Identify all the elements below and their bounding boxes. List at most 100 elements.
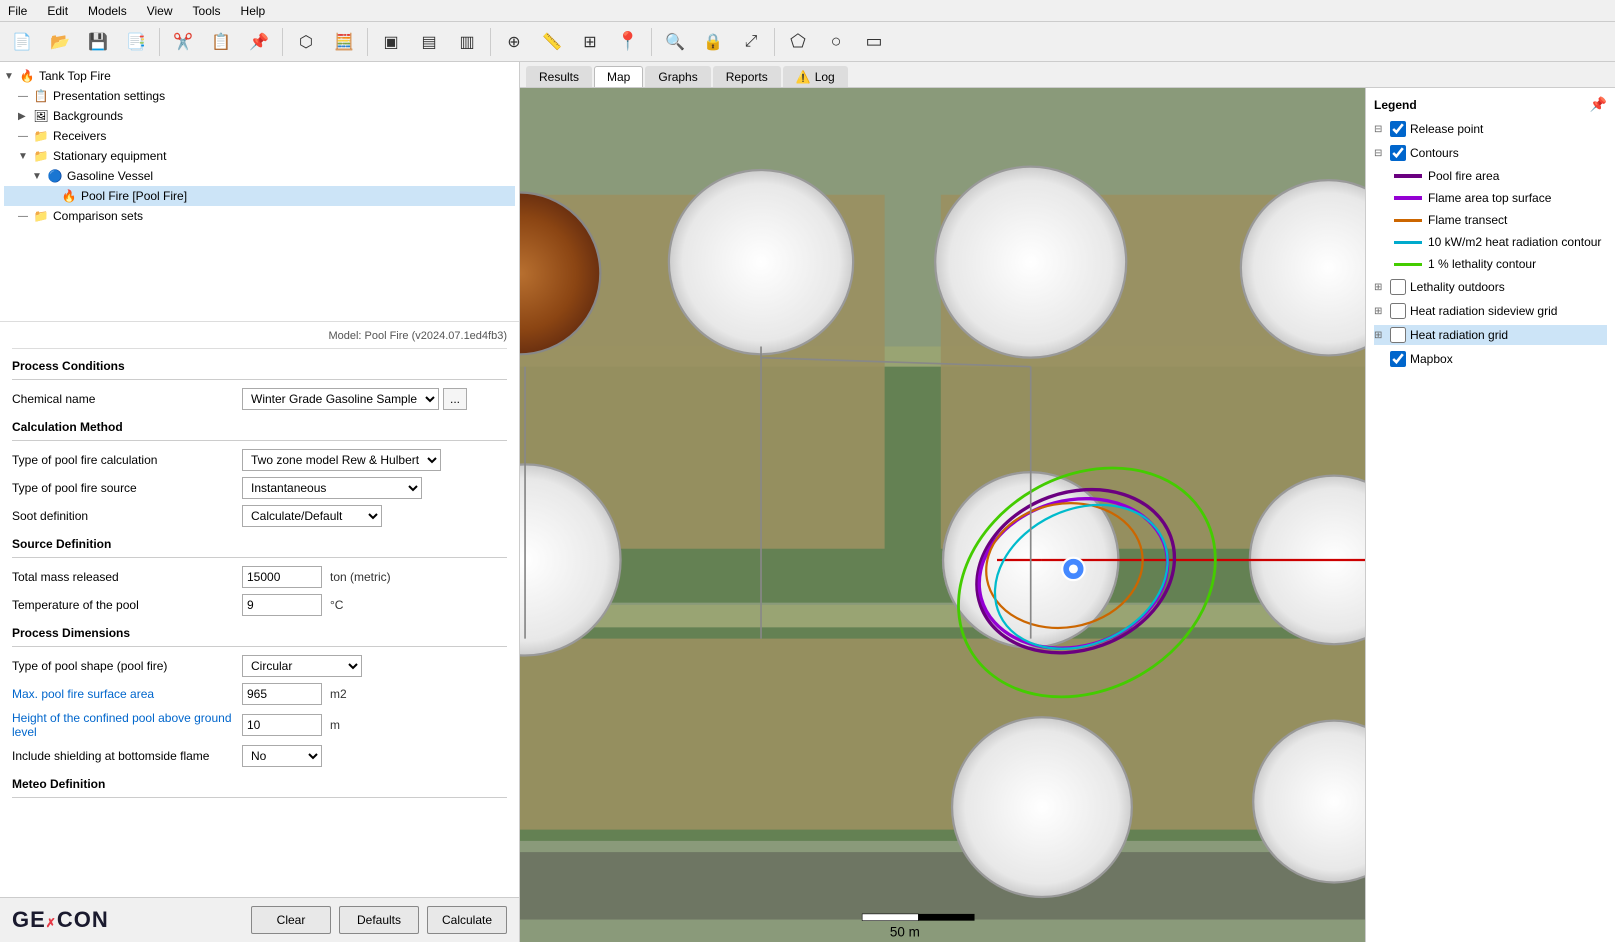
control-pool-fire-source: Instantaneous: [242, 477, 507, 499]
model-button[interactable]: ⬡: [288, 25, 324, 59]
legend-check-release[interactable]: [1390, 121, 1406, 137]
menu-models[interactable]: Models: [84, 2, 131, 20]
tree-root[interactable]: ▼ 🔥 Tank Top Fire: [4, 66, 515, 86]
lock-button[interactable]: 🔒: [695, 25, 731, 59]
layout-button[interactable]: ▣: [373, 25, 409, 59]
new-button[interactable]: 📄: [4, 25, 40, 59]
label-pool-shape: Type of pool shape (pool fire): [12, 659, 242, 673]
input-temp-pool[interactable]: [242, 594, 322, 616]
menu-view[interactable]: View: [143, 2, 177, 20]
expand-button[interactable]: ⤢: [733, 25, 769, 59]
legend-line-pool-fire: [1394, 174, 1422, 178]
legend-check-mapbox[interactable]: [1390, 351, 1406, 367]
section-meteo: Meteo Definition: [12, 777, 507, 791]
polygon-button[interactable]: ⬠: [780, 25, 816, 59]
legend-item-heat-grid[interactable]: ⊞ Heat radiation grid: [1374, 325, 1607, 345]
tree-item-gasoline-vessel[interactable]: ▼ 🔵 Gasoline Vessel: [4, 166, 515, 186]
pin-button[interactable]: 📍: [610, 25, 646, 59]
clear-button[interactable]: Clear: [251, 906, 331, 934]
legend-heat-grid-expand[interactable]: ⊞: [1374, 330, 1388, 341]
copy-button[interactable]: 📋: [203, 25, 239, 59]
divider-pd: [12, 646, 507, 647]
save-button[interactable]: 💾: [80, 25, 116, 59]
ruler-button[interactable]: 📏: [534, 25, 570, 59]
tree-item-pool-fire[interactable]: 🔥 Pool Fire [Pool Fire]: [4, 186, 515, 206]
tab-log-label: Log: [815, 70, 835, 84]
select-pool-fire-source[interactable]: Instantaneous: [242, 477, 422, 499]
input-height-confined[interactable]: [242, 714, 322, 736]
tab-map[interactable]: Map: [594, 66, 643, 87]
tree-item-stationary[interactable]: ▼ 📁 Stationary equipment: [4, 146, 515, 166]
tree-stationary-icon: 📁: [32, 148, 50, 164]
legend-item-flame-transect: Flame transect: [1394, 211, 1607, 229]
label-height-confined[interactable]: Height of the confined pool above ground…: [12, 711, 242, 739]
rect-button[interactable]: ▭: [856, 25, 892, 59]
tree-backgrounds-arrow[interactable]: ▶: [18, 111, 32, 122]
legend-check-heat-grid[interactable]: [1390, 327, 1406, 343]
tree-stationary-arrow[interactable]: ▼: [18, 151, 32, 162]
legend-label-flame-top: Flame area top surface: [1428, 191, 1551, 205]
tab-graphs[interactable]: Graphs: [645, 66, 710, 87]
tab-reports[interactable]: Reports: [713, 66, 781, 87]
legend-contours-expand[interactable]: ⊟: [1374, 148, 1388, 159]
legend-item-pool-fire-area: Pool fire area: [1394, 167, 1607, 185]
tree-root-arrow[interactable]: ▼: [4, 71, 18, 82]
calculator-button[interactable]: 🧮: [326, 25, 362, 59]
control-pool-fire-calc: Two zone model Rew & Hulbert: [242, 449, 507, 471]
legend-check-sideview[interactable]: [1390, 303, 1406, 319]
legend-item-lethality-outdoors: ⊞ Lethality outdoors: [1374, 277, 1607, 297]
legend-label-mapbox: Mapbox: [1410, 352, 1453, 366]
legend-check-lethality[interactable]: [1390, 279, 1406, 295]
tab-results[interactable]: Results: [526, 66, 592, 87]
grid-alt-button[interactable]: ▥: [449, 25, 485, 59]
sep2: [282, 28, 283, 56]
zoom-button[interactable]: 🔍: [657, 25, 693, 59]
main-area: ▼ 🔥 Tank Top Fire — 📋 Presentation setti…: [0, 62, 1615, 942]
tree-item-presentation[interactable]: — 📋 Presentation settings: [4, 86, 515, 106]
tree-receivers-label: Receivers: [53, 129, 106, 143]
legend-check-contours[interactable]: [1390, 145, 1406, 161]
crosshair-button[interactable]: ⊕: [496, 25, 532, 59]
calculate-button[interactable]: Calculate: [427, 906, 507, 934]
panel-button[interactable]: ▤: [411, 25, 447, 59]
tab-log[interactable]: ⚠️ Log: [783, 66, 848, 87]
legend-title-text: Legend: [1374, 98, 1417, 112]
paste-button[interactable]: 📌: [241, 25, 277, 59]
tree-item-receivers[interactable]: — 📁 Receivers: [4, 126, 515, 146]
legend-release-expand[interactable]: ⊟: [1374, 124, 1388, 135]
select-shielding[interactable]: No Yes: [242, 745, 322, 767]
defaults-button[interactable]: Defaults: [339, 906, 419, 934]
warn-icon: ⚠️: [796, 70, 811, 84]
label-max-pool-area[interactable]: Max. pool fire surface area: [12, 687, 242, 701]
input-total-mass[interactable]: [242, 566, 322, 588]
tree-item-comparison[interactable]: — 📁 Comparison sets: [4, 206, 515, 226]
grid-button[interactable]: ⊞: [572, 25, 608, 59]
open-button[interactable]: 📂: [42, 25, 78, 59]
field-pool-fire-source: Type of pool fire source Instantaneous: [12, 477, 507, 499]
legend-label-heat-grid: Heat radiation grid: [1410, 328, 1508, 342]
cut-button[interactable]: ✂️: [165, 25, 201, 59]
select-chemical-name[interactable]: Winter Grade Gasoline Sample: [242, 388, 439, 410]
legend-pin-button[interactable]: 📌: [1590, 96, 1607, 113]
menu-file[interactable]: File: [4, 2, 31, 20]
input-max-pool-area[interactable]: [242, 683, 322, 705]
map-container[interactable]: N 50 m © Mapbox: [520, 88, 1365, 942]
tabs-bar: Results Map Graphs Reports ⚠️ Log: [520, 62, 1615, 88]
select-pool-fire-calc[interactable]: Two zone model Rew & Hulbert: [242, 449, 441, 471]
select-soot-def[interactable]: Calculate/Default: [242, 505, 382, 527]
menu-edit[interactable]: Edit: [43, 2, 72, 20]
circle-button[interactable]: ○: [818, 25, 854, 59]
label-soot-def: Soot definition: [12, 509, 242, 523]
tree-vessel-arrow[interactable]: ▼: [32, 171, 46, 182]
tree-item-backgrounds[interactable]: ▶ 🖼 Backgrounds: [4, 106, 515, 126]
menu-tools[interactable]: Tools: [189, 2, 225, 20]
legend-lethality-expand[interactable]: ⊞: [1374, 282, 1388, 293]
model-header: Model: Pool Fire (v2024.07.1ed4fb3): [12, 330, 507, 349]
dots-chemical-name[interactable]: ...: [443, 388, 467, 410]
sep5: [651, 28, 652, 56]
legend-sideview-expand[interactable]: ⊞: [1374, 306, 1388, 317]
select-pool-shape[interactable]: Circular: [242, 655, 362, 677]
save-as-button[interactable]: 📑: [118, 25, 154, 59]
menu-help[interactable]: Help: [237, 2, 270, 20]
legend-item-lethality-1pct: 1 % lethality contour: [1394, 255, 1607, 273]
